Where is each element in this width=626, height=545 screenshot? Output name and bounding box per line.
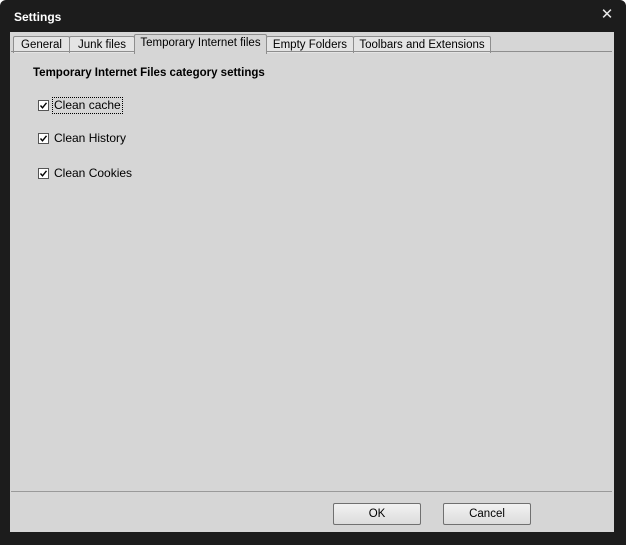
clean-history-label[interactable]: Clean History <box>54 131 126 146</box>
window-title: Settings <box>14 10 62 24</box>
checkmark-icon <box>39 170 48 177</box>
checkmark-icon <box>39 135 48 142</box>
cancel-button[interactable]: Cancel <box>443 503 531 525</box>
ok-button[interactable]: OK <box>333 503 421 525</box>
checkbox-box[interactable] <box>38 100 49 111</box>
section-title: Temporary Internet Files category settin… <box>33 67 265 79</box>
tab-temporary-internet-files[interactable]: Temporary Internet files <box>134 34 267 54</box>
dialog-footer: OK Cancel <box>11 491 612 532</box>
settings-window: Settings ✕ General Junk files Temporary … <box>0 0 626 545</box>
clean-cookies-label[interactable]: Clean Cookies <box>54 166 132 181</box>
tab-page-temporary-internet-files: Temporary Internet Files category settin… <box>11 51 612 491</box>
checkbox-box[interactable] <box>38 168 49 179</box>
dialog-client-area: General Junk files Temporary Internet fi… <box>10 32 614 532</box>
close-icon[interactable]: ✕ <box>598 6 616 24</box>
title-bar[interactable]: Settings ✕ <box>0 0 626 32</box>
checkbox-box[interactable] <box>38 133 49 144</box>
clean-cache-label[interactable]: Clean cache <box>52 97 123 114</box>
checkmark-icon <box>39 102 48 109</box>
